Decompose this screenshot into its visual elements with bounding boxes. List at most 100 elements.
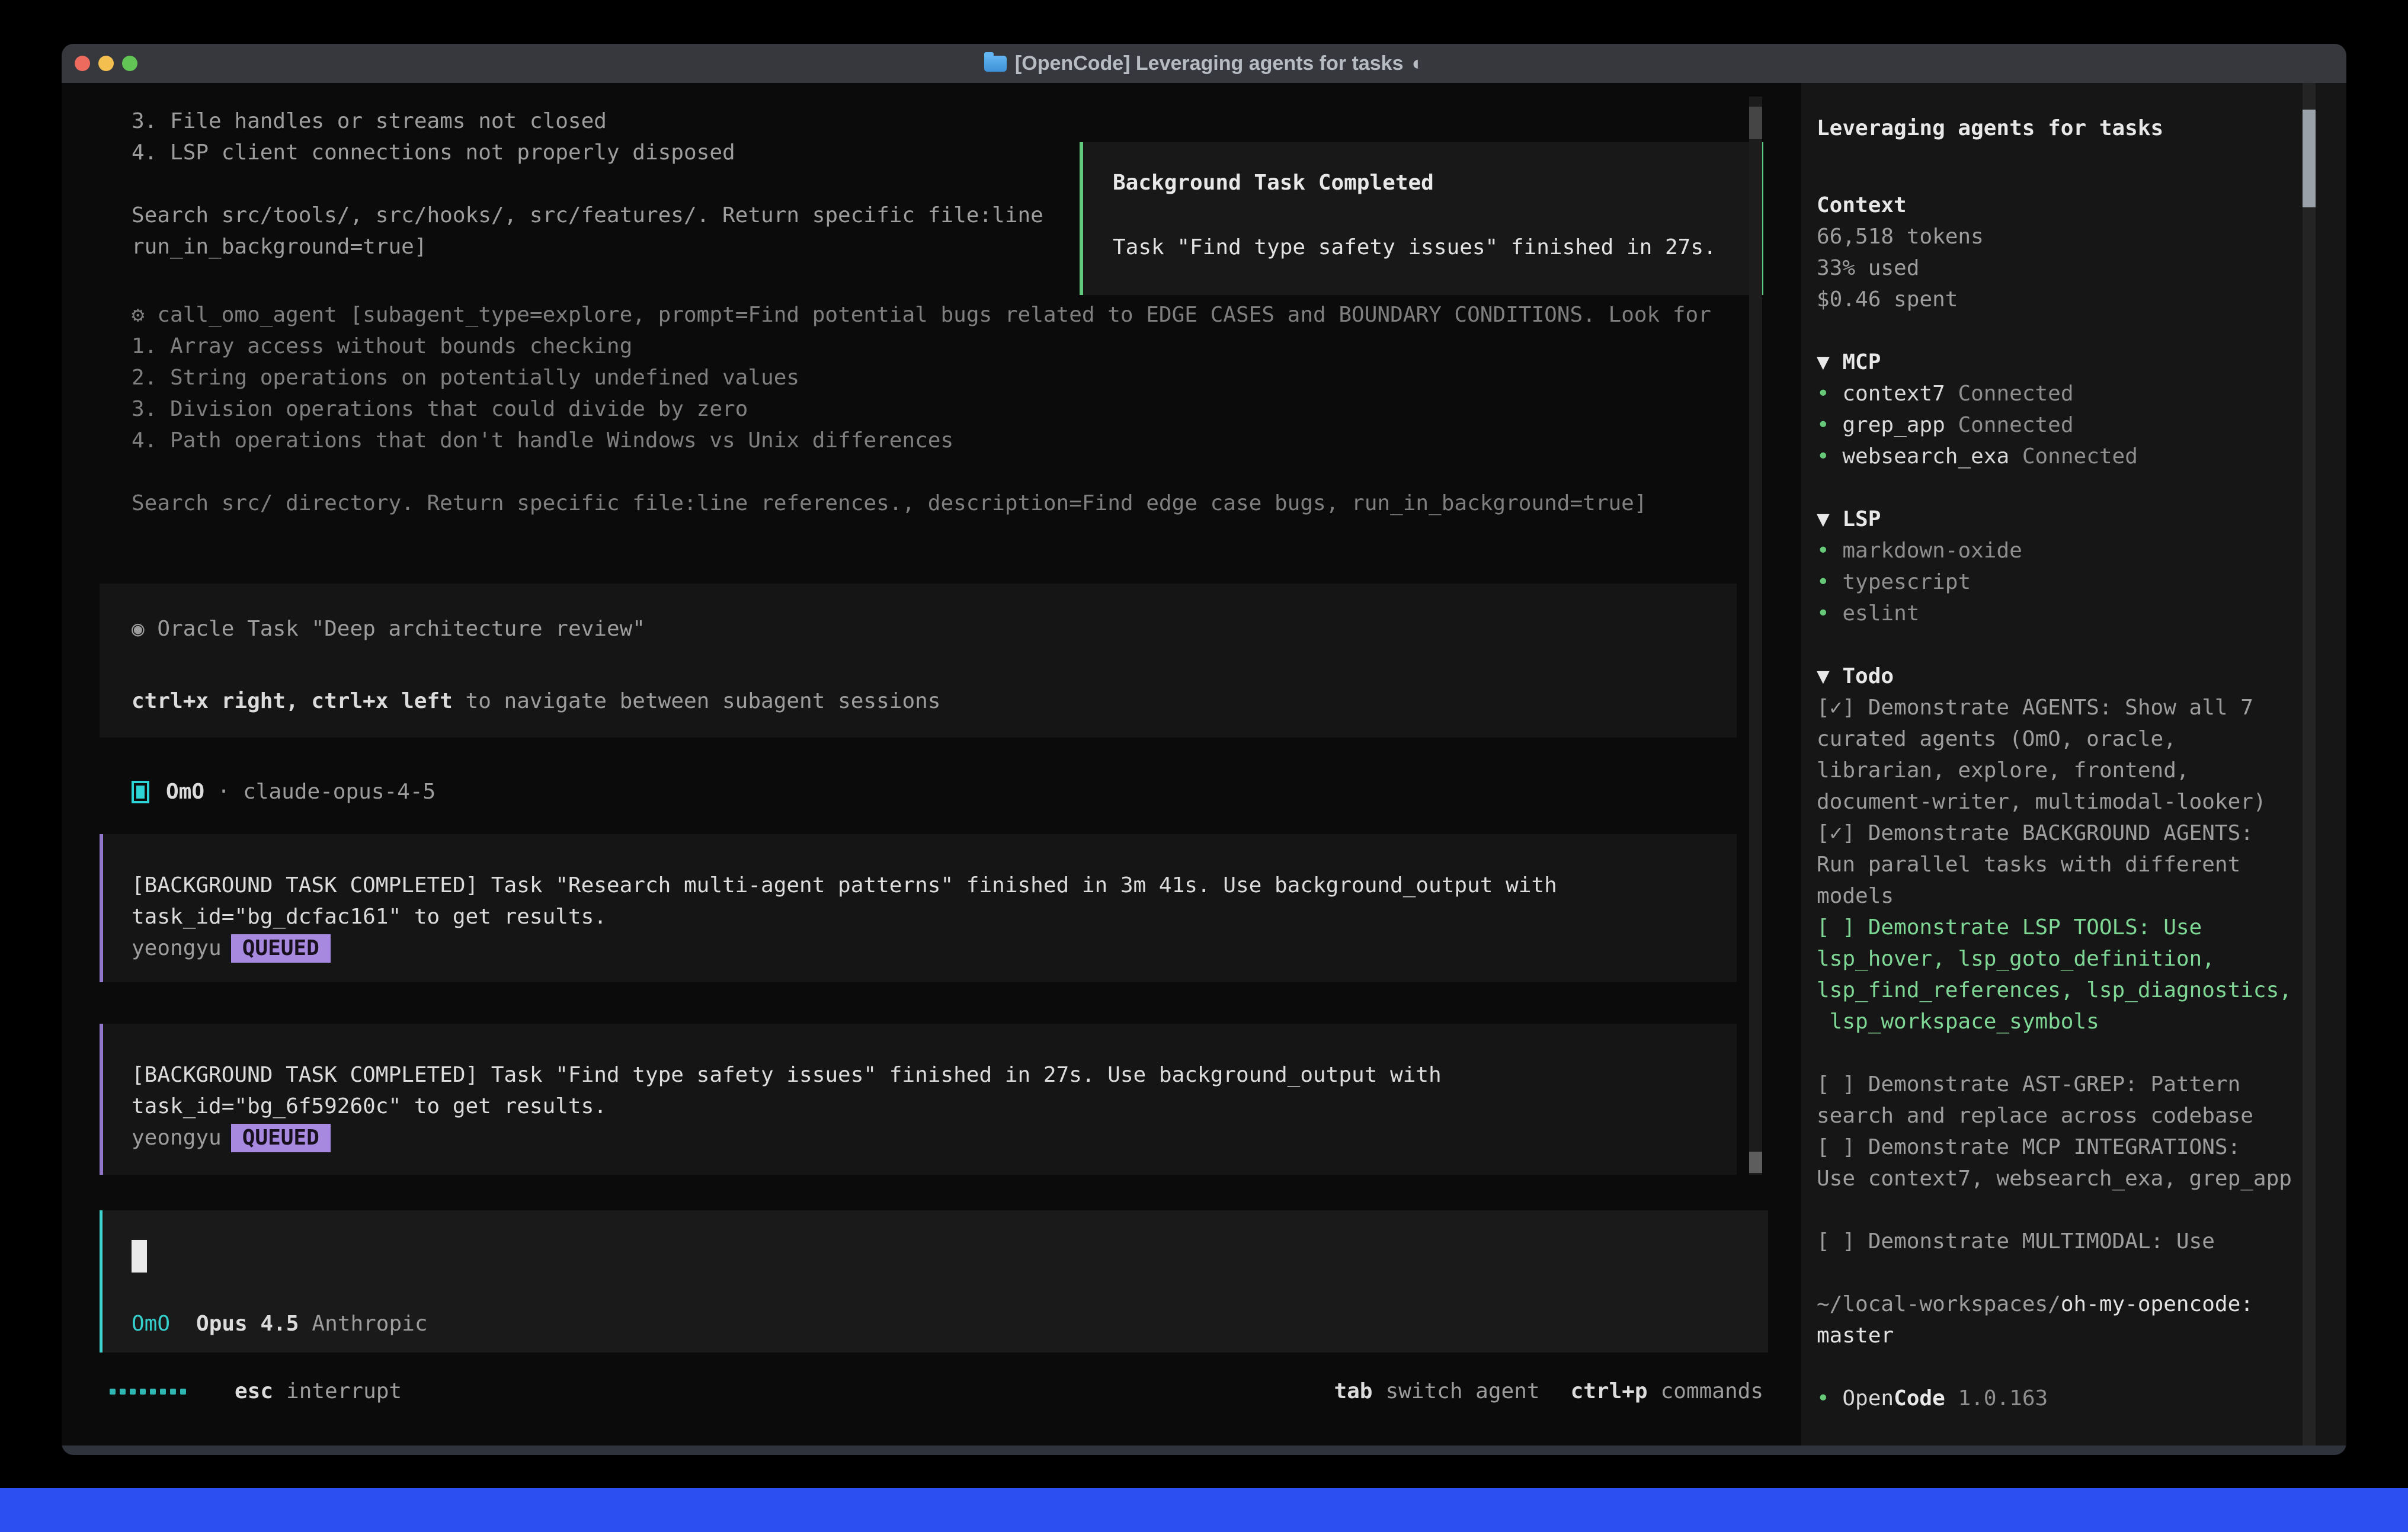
sidebar-session-title: Leveraging agents for tasks bbox=[1817, 113, 2346, 144]
titlebar[interactable]: [OpenCode] Leveraging agents for tasks ◐ bbox=[62, 44, 2346, 83]
todo-line: [✓] Demonstrate BACKGROUND AGENTS: bbox=[1817, 818, 2346, 849]
input-provider: Anthropic bbox=[312, 1308, 427, 1339]
scrollbar-thumb[interactable] bbox=[2303, 110, 2316, 207]
task-result-line2: task_id="bg_dcfac161" to get results. bbox=[132, 901, 1737, 932]
chevron-down-icon: ▼ bbox=[1817, 664, 1830, 688]
prompt-input[interactable]: OmO Opus 4.5 Anthropic bbox=[100, 1210, 1768, 1352]
context-tokens: 66,518 tokens bbox=[1817, 221, 2346, 252]
mcp-section-header[interactable]: ▼ MCP bbox=[1817, 347, 2346, 378]
bullet-icon: • bbox=[1817, 601, 1830, 626]
todo-line-active: lsp_find_references, lsp_diagnostics, bbox=[1817, 975, 2346, 1006]
agent-model: claude-opus-4-5 bbox=[243, 780, 436, 804]
todo-line-active: [ ] Demonstrate LSP TOOLS: Use bbox=[1817, 912, 2346, 943]
dot-icon: · bbox=[217, 780, 230, 804]
tab-key[interactable]: tab bbox=[1334, 1376, 1372, 1407]
todo-line: curated agents (OmO, oracle, bbox=[1817, 723, 2346, 755]
app-version bbox=[1945, 1386, 1958, 1411]
opencode-window: [OpenCode] Leveraging agents for tasks ◐… bbox=[62, 44, 2346, 1455]
blank-line bbox=[1817, 144, 2346, 175]
lsp-item: • markdown-oxide bbox=[1817, 535, 2346, 566]
todo-section-header[interactable]: ▼ Todo bbox=[1817, 661, 2346, 692]
task-result-meta: yeongyu QUEUED bbox=[132, 1122, 1737, 1153]
window-title-text: [OpenCode] Leveraging agents for tasks bbox=[1015, 52, 1404, 75]
terminal-line: 3. File handles or streams not closed bbox=[132, 105, 1043, 137]
tool-call-tail: Search src/ directory. Return specific f… bbox=[132, 488, 1711, 519]
zoom-button[interactable] bbox=[122, 56, 137, 71]
spinner-dot bbox=[160, 1389, 166, 1395]
blank-line bbox=[1817, 315, 2346, 347]
status-left: esc interrupt bbox=[110, 1376, 402, 1407]
lsp-item-name: markdown-oxide bbox=[1842, 539, 2022, 563]
task-result-card: [BACKGROUND TASK COMPLETED] Task "Find t… bbox=[100, 1024, 1737, 1175]
separator-dot bbox=[204, 780, 217, 804]
app-name-bold: Code bbox=[1894, 1386, 1945, 1411]
todo-line-active: lsp_hover, lsp_goto_definition, bbox=[1817, 943, 2346, 975]
task-result-line1: [BACKGROUND TASK COMPLETED] Task "Resear… bbox=[132, 870, 1737, 901]
bullet-icon: • bbox=[1817, 1386, 1830, 1411]
oracle-hint-rest: to navigate between subagent sessions bbox=[453, 689, 941, 713]
bullet-icon: • bbox=[1817, 539, 1830, 563]
todo-line: [ ] Demonstrate AST-GREP: Pattern bbox=[1817, 1069, 2346, 1100]
session-state-icon: ◐ bbox=[1412, 52, 1424, 75]
close-button[interactable] bbox=[75, 56, 90, 71]
chevron-down-icon: ▼ bbox=[1817, 350, 1830, 374]
mcp-item: • websearch_exa Connected bbox=[1817, 441, 2346, 472]
input-agent-name: OmO bbox=[132, 1308, 170, 1339]
bottom-accent-strip bbox=[0, 1488, 2408, 1532]
context-spent: $0.46 spent bbox=[1817, 284, 2346, 315]
lsp-section-header[interactable]: ▼ LSP bbox=[1817, 504, 2346, 535]
scrollbar-thumb[interactable] bbox=[1749, 1152, 1762, 1173]
task-user: yeongyu bbox=[132, 932, 222, 964]
spinner-dot bbox=[120, 1389, 126, 1395]
lsp-item: • eslint bbox=[1817, 598, 2346, 629]
chat-scrollbar[interactable] bbox=[1749, 97, 1762, 1175]
todo-line: document-writer, multimodal-looker) bbox=[1817, 786, 2346, 818]
blank-line bbox=[1817, 1351, 2346, 1383]
mcp-item-name: grep_app bbox=[1842, 413, 1945, 437]
spinner-dot bbox=[170, 1389, 176, 1395]
scrollback-text: 3. File handles or streams not closed 4.… bbox=[132, 105, 1043, 262]
todo-line: [ ] Demonstrate MULTIMODAL: Use bbox=[1817, 1226, 2346, 1257]
lsp-heading-text: LSP bbox=[1842, 507, 1881, 531]
input-model-name[interactable]: Opus 4.5 bbox=[196, 1308, 299, 1339]
app-version-number: 1.0.163 bbox=[1958, 1386, 2048, 1411]
mcp-item-status: Connected bbox=[1958, 413, 2073, 437]
todo-line: [ ] Demonstrate MCP INTEGRATIONS: bbox=[1817, 1132, 2346, 1163]
todo-line: models bbox=[1817, 880, 2346, 912]
oracle-hint-keys: ctrl+x right, ctrl+x left bbox=[132, 689, 453, 713]
folder-icon bbox=[984, 56, 1007, 72]
oracle-hint: ctrl+x right, ctrl+x left to navigate be… bbox=[132, 685, 1737, 717]
tool-call-header-text: call_omo_agent [subagent_type=explore, p… bbox=[157, 303, 1711, 327]
blank-line bbox=[132, 168, 1043, 200]
terminal-line: Search src/tools/, src/hooks/, src/featu… bbox=[132, 200, 1043, 231]
mcp-item-name: context7 bbox=[1842, 382, 1945, 406]
status-badge: QUEUED bbox=[231, 934, 331, 963]
spinner-dot bbox=[150, 1389, 156, 1395]
oracle-title-text: Oracle Task "Deep architecture review" bbox=[157, 617, 645, 641]
window-title: [OpenCode] Leveraging agents for tasks ◐ bbox=[984, 52, 1424, 75]
workspace-prefix: ~/local-workspaces/ bbox=[1817, 1292, 2061, 1316]
bullet-icon: • bbox=[1817, 570, 1830, 594]
sidebar-scrollbar[interactable] bbox=[2303, 83, 2316, 1446]
workspace-path: ~/local-workspaces/oh-my-opencode: bbox=[1817, 1289, 2346, 1320]
mcp-item: • grep_app Connected bbox=[1817, 409, 2346, 441]
status-badge: QUEUED bbox=[231, 1124, 331, 1152]
commands-key[interactable]: ctrl+p bbox=[1571, 1376, 1648, 1407]
tool-call-item: 4. Path operations that don't handle Win… bbox=[132, 425, 1711, 456]
minimize-button[interactable] bbox=[98, 56, 114, 71]
task-user: yeongyu bbox=[132, 1122, 222, 1153]
todo-heading-text: Todo bbox=[1842, 664, 1894, 688]
mcp-item-status: Connected bbox=[2022, 444, 2138, 469]
agent-icon bbox=[132, 781, 149, 803]
tool-call-item: 2. String operations on potentially unde… bbox=[132, 362, 1711, 393]
todo-line: Run parallel tasks with different bbox=[1817, 849, 2346, 880]
todo-line-active: lsp_workspace_symbols bbox=[1817, 1006, 2346, 1037]
todo-line: librarian, explore, frontend, bbox=[1817, 755, 2346, 786]
esc-key[interactable]: esc bbox=[235, 1376, 273, 1407]
todo-line: [✓] Demonstrate AGENTS: Show all 7 bbox=[1817, 692, 2346, 723]
traffic-lights bbox=[75, 44, 137, 83]
app-name-light: Open bbox=[1842, 1386, 1894, 1411]
mcp-item-name: websearch_exa bbox=[1842, 444, 2009, 469]
scrollbar-thumb[interactable] bbox=[1749, 107, 1762, 139]
oracle-title: ◉ Oracle Task "Deep architecture review" bbox=[132, 613, 1737, 645]
